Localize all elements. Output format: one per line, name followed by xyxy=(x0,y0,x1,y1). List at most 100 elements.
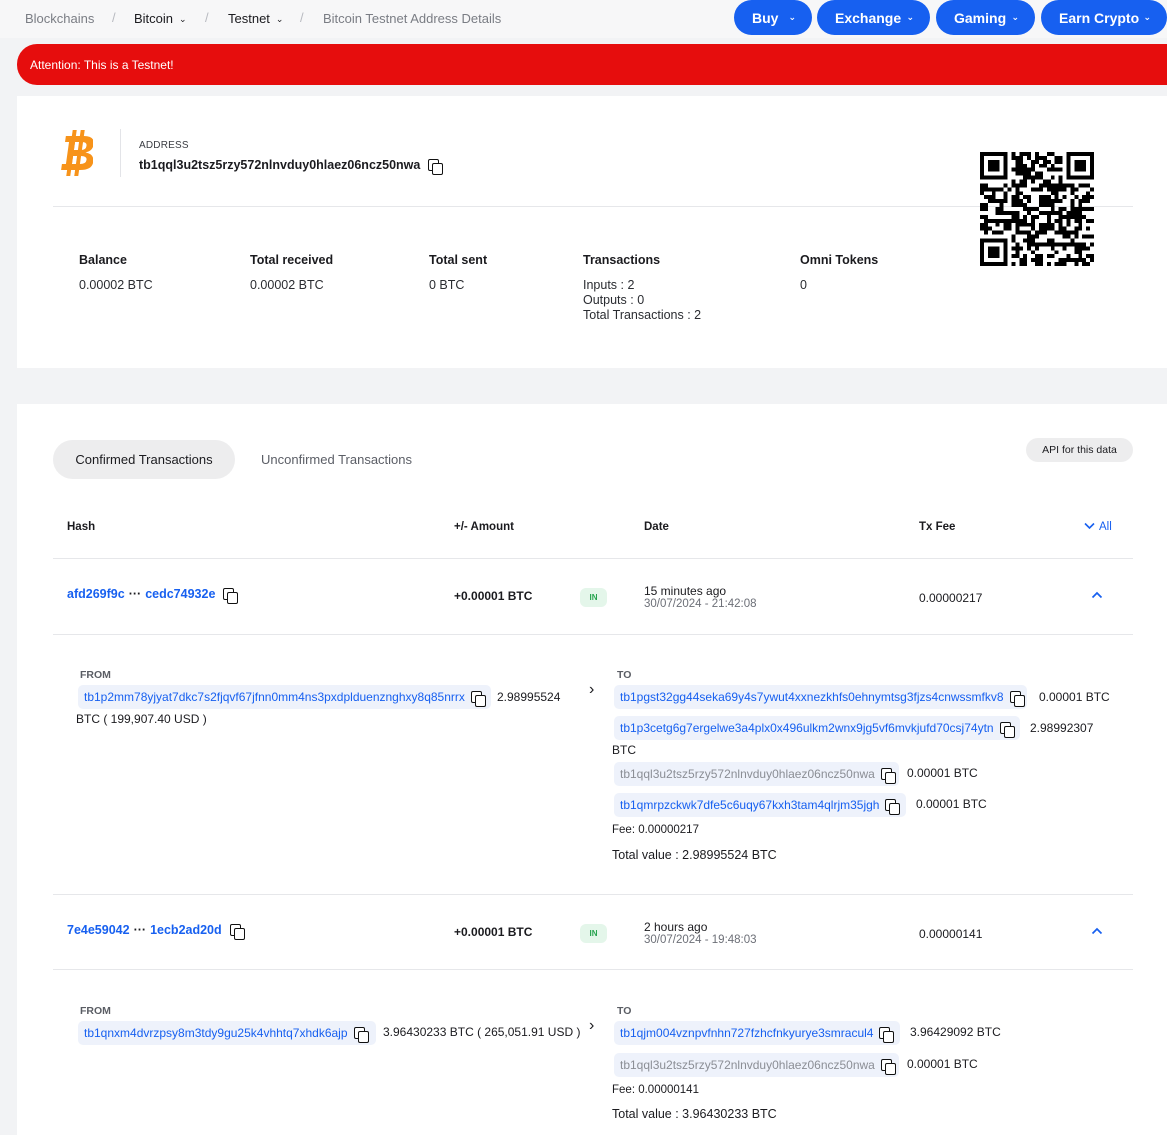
breadcrumb-separator: / xyxy=(300,10,304,25)
from-amount-usd: BTC ( 199,907.40 USD ) xyxy=(76,712,207,726)
divider xyxy=(120,129,121,177)
to-label: TO xyxy=(617,669,632,681)
tx-amount: +0.00001 BTC xyxy=(454,589,533,603)
tx-fee-line: Fee: 0.00000217 xyxy=(612,824,699,836)
breadcrumb-current: Bitcoin Testnet Address Details xyxy=(323,11,502,26)
copy-icon[interactable] xyxy=(470,690,486,707)
copy-icon[interactable] xyxy=(223,587,239,604)
qr-code-icon xyxy=(980,152,1094,266)
transactions-card: Confirmed Transactions Unconfirmed Trans… xyxy=(17,404,1167,1135)
header-tx-fee: Tx Fee xyxy=(919,521,956,533)
to-amount: 0.00001 BTC xyxy=(907,766,978,780)
breadcrumb-separator: / xyxy=(112,10,116,25)
to-address-own[interactable]: tb1qql3u2tsz5rzy572nlnvduy0hlaez06ncz50n… xyxy=(614,1053,899,1077)
tx-total-value: Total value : 3.96430233 BTC xyxy=(612,1107,777,1121)
gaming-button[interactable]: Gaming ⌄ xyxy=(936,0,1035,35)
breadcrumb-testnet-label: Testnet xyxy=(228,11,270,26)
copy-icon[interactable] xyxy=(353,1026,369,1043)
breadcrumb-testnet[interactable]: Testnet ⌄ xyxy=(228,11,283,26)
to-amount: 3.96429092 BTC xyxy=(910,1025,1001,1039)
exchange-button[interactable]: Exchange ⌄ xyxy=(817,0,930,35)
from-address-text: tb1qnxm4dvrzpsy8m3tdy9gu25k4vhhtq7xhdk6a… xyxy=(84,1026,348,1040)
to-address-text: tb1qql3u2tsz5rzy572nlnvduy0hlaez06ncz50n… xyxy=(620,767,875,781)
divider xyxy=(53,558,1133,559)
chevron-down-icon: ⌄ xyxy=(179,14,187,24)
chevron-up-icon[interactable] xyxy=(1091,925,1103,937)
total-sent-title: Total sent xyxy=(429,253,488,267)
gaming-button-label: Gaming xyxy=(954,9,1007,26)
to-address[interactable]: tb1p3cetg6g7ergelwe3a4plx0x496ulkm2wnx9j… xyxy=(614,716,1020,740)
to-address[interactable]: tb1qmrpzckwk7dfe5c6uqy67kxh3tam4qlrjm35j… xyxy=(614,793,906,817)
tx-fee: 0.00000217 xyxy=(919,591,983,605)
expand-all-toggle[interactable]: All xyxy=(1084,521,1112,533)
copy-icon[interactable] xyxy=(229,923,245,940)
to-label: TO xyxy=(617,1005,632,1017)
tab-unconfirmed-transactions[interactable]: Unconfirmed Transactions xyxy=(261,452,412,467)
chevron-down-icon: ⌄ xyxy=(1143,12,1151,22)
omni-tokens-value: 0 xyxy=(800,278,807,292)
header-date: Date xyxy=(644,521,669,533)
tx-hash-ellipsis: ··· xyxy=(133,923,147,937)
to-address[interactable]: tb1qjm004vznpvfnhn727fzhcfnkyurye3smracu… xyxy=(614,1021,900,1045)
copy-icon[interactable] xyxy=(428,158,444,175)
tx-hash-ellipsis: ··· xyxy=(128,587,142,601)
earn-crypto-button[interactable]: Earn Crypto ⌄ xyxy=(1041,0,1167,35)
breadcrumb-bitcoin[interactable]: Bitcoin ⌄ xyxy=(134,11,187,26)
balance-title: Balance xyxy=(79,253,127,267)
from-label: FROM xyxy=(80,1005,111,1017)
breadcrumb-bitcoin-label: Bitcoin xyxy=(134,11,174,26)
chevron-right-icon: › xyxy=(589,681,595,698)
address-text: tb1qql3u2tsz5rzy572nlnvduy0hlaez06ncz50n… xyxy=(139,158,421,172)
to-amount-unit: BTC xyxy=(612,743,636,757)
from-label: FROM xyxy=(80,669,111,681)
address-label: ADDRESS xyxy=(139,140,189,151)
bitcoin-logo-icon xyxy=(61,130,93,176)
divider xyxy=(53,969,1133,970)
to-address-own[interactable]: tb1qql3u2tsz5rzy572nlnvduy0hlaez06ncz50n… xyxy=(614,762,899,786)
total-transactions-count: Total Transactions : 2 xyxy=(583,308,702,322)
from-address[interactable]: tb1qnxm4dvrzpsy8m3tdy9gu25k4vhhtq7xhdk6a… xyxy=(78,1021,376,1045)
to-address-text: tb1qjm004vznpvfnhn727fzhcfnkyurye3smracu… xyxy=(620,1026,874,1040)
tx-direction-badge: IN xyxy=(580,588,607,607)
tx-hash-link[interactable]: afd269f9c ··· cedc74932e xyxy=(67,587,239,604)
to-amount: 2.98992307 xyxy=(1030,721,1094,735)
top-nav: Blockchains / Bitcoin ⌄ / Testnet ⌄ / Bitc… xyxy=(0,0,1167,38)
copy-icon[interactable] xyxy=(879,1026,895,1043)
buy-button[interactable]: Buy ⌄ xyxy=(734,0,812,35)
copy-icon[interactable] xyxy=(885,798,901,815)
copy-icon[interactable] xyxy=(1009,690,1025,707)
chevron-up-icon[interactable] xyxy=(1091,589,1103,601)
transactions-title: Transactions xyxy=(583,253,661,267)
omni-tokens-title: Omni Tokens xyxy=(800,253,879,267)
api-button[interactable]: API for this data xyxy=(1026,438,1133,462)
tx-hash-link[interactable]: 7e4e59042 ··· 1ecb2ad20d xyxy=(67,923,245,940)
breadcrumb-blockchains[interactable]: Blockchains xyxy=(25,11,94,26)
copy-icon[interactable] xyxy=(880,1058,896,1075)
tx-hash-start: 7e4e59042 xyxy=(67,923,130,937)
tx-fee: 0.00000141 xyxy=(919,927,983,941)
exchange-button-label: Exchange xyxy=(835,9,902,26)
from-address[interactable]: tb1p2mm78yjyat7dkc7s2fjqvf67jfnn0mm4ns3p… xyxy=(78,685,491,709)
testnet-alert: Attention: This is a Testnet! xyxy=(17,44,1167,85)
copy-icon[interactable] xyxy=(999,721,1015,738)
chevron-down-icon: ⌄ xyxy=(906,12,914,22)
outputs-count: Outputs : 0 xyxy=(583,293,645,307)
copy-icon[interactable] xyxy=(880,767,896,784)
buy-button-label: Buy xyxy=(752,9,779,26)
total-sent-value: 0 BTC xyxy=(429,278,465,292)
address-card: ADDRESS tb1qql3u2tsz5rzy572nlnvduy0hlaez… xyxy=(17,96,1167,368)
tab-confirmed-transactions[interactable]: Confirmed Transactions xyxy=(53,440,235,479)
tx-hash-end: 1ecb2ad20d xyxy=(150,923,222,937)
divider xyxy=(53,206,1133,207)
balance-value: 0.00002 BTC xyxy=(79,278,153,292)
from-amount: 3.96430233 BTC ( 265,051.91 USD ) xyxy=(383,1025,581,1039)
tx-date-absolute: 30/07/2024 - 19:48:03 xyxy=(644,934,757,946)
to-address-text: tb1qql3u2tsz5rzy572nlnvduy0hlaez06ncz50n… xyxy=(620,1058,875,1072)
chevron-down-icon: ⌄ xyxy=(275,14,284,24)
chevron-down-icon xyxy=(1084,522,1095,530)
total-received-value: 0.00002 BTC xyxy=(250,278,324,292)
tx-hash-start: afd269f9c xyxy=(67,587,125,601)
to-address[interactable]: tb1pgst32gg44seka69y4s7ywut4xxnezkhfs0eh… xyxy=(614,685,1027,709)
tx-amount: +0.00001 BTC xyxy=(454,925,533,939)
chevron-down-icon: ⌄ xyxy=(788,12,796,22)
